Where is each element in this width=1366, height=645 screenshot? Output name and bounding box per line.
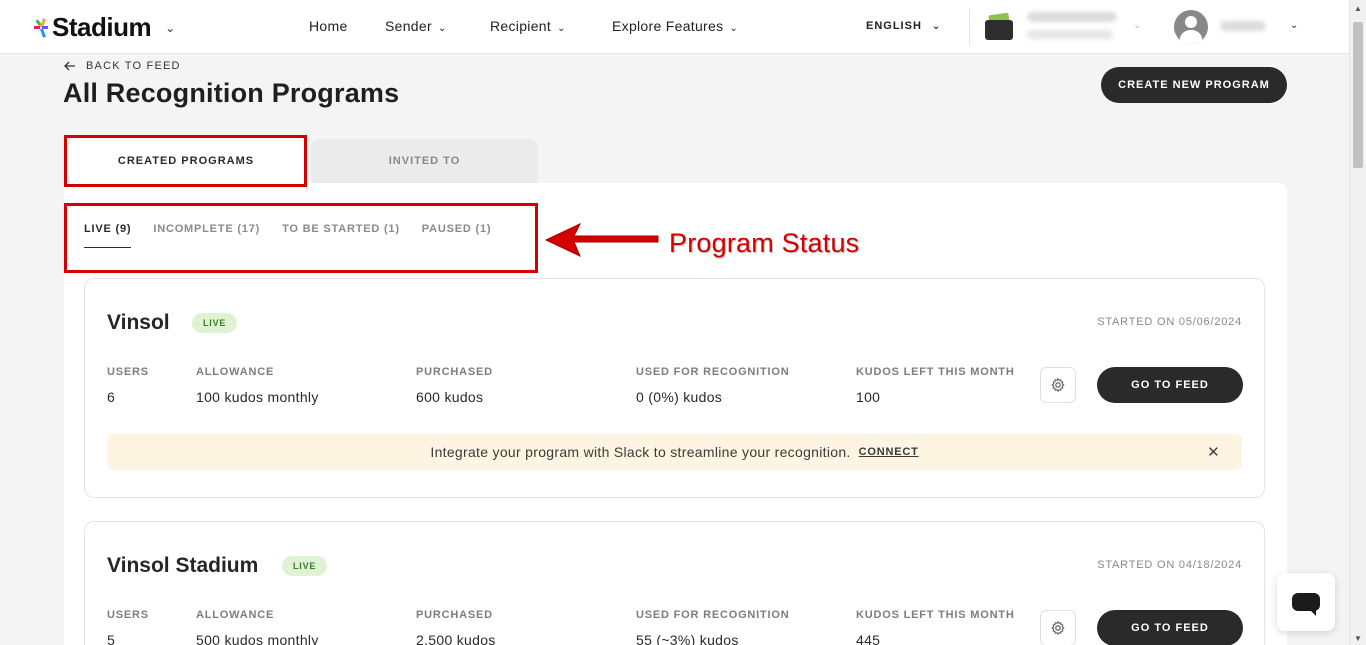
program-card: Vinsol LIVE STARTED ON 05/06/2024 USERS … <box>84 278 1265 498</box>
wallet-body <box>985 20 1013 40</box>
avatar-shoulders <box>1180 30 1202 44</box>
stat-label-allowance: ALLOWANCE <box>196 366 275 378</box>
chevron-down-icon: ⌄ <box>437 23 447 34</box>
gear-icon <box>1051 621 1065 635</box>
status-tab-to-be-started[interactable]: TO BE STARTED (1) <box>282 223 400 248</box>
status-tab-incomplete[interactable]: INCOMPLETE (17) <box>153 223 260 248</box>
stat-value-purchased: 2,500 kudos <box>416 632 496 645</box>
chevron-down-icon: ⌄ <box>729 23 739 34</box>
program-name: Vinsol Stadium <box>107 554 259 577</box>
chat-widget-button[interactable] <box>1277 573 1335 631</box>
stat-value-kudos-left: 445 <box>856 632 881 645</box>
logo-text: Stadium <box>52 12 152 42</box>
go-to-feed-button[interactable]: GO TO FEED <box>1097 610 1243 645</box>
nav-explore-label: Explore Features <box>612 18 724 34</box>
stat-value-used: 55 (~3%) kudos <box>636 632 739 645</box>
started-date: STARTED ON 04/18/2024 <box>1097 559 1242 571</box>
avatar-head <box>1185 16 1197 28</box>
nav-recipient-label: Recipient <box>490 18 552 34</box>
create-new-program-button[interactable]: CREATE NEW PROGRAM <box>1101 67 1287 103</box>
program-settings-button[interactable] <box>1040 367 1076 403</box>
close-icon[interactable]: ✕ <box>1207 443 1220 461</box>
stat-label-used: USED FOR RECOGNITION <box>636 609 790 621</box>
stat-value-purchased: 600 kudos <box>416 389 484 405</box>
stat-label-purchased: PURCHASED <box>416 366 493 378</box>
chevron-down-icon: ⌄ <box>557 23 566 34</box>
stat-value-allowance: 100 kudos monthly <box>196 389 319 405</box>
program-status-tabs: LIVE (9) INCOMPLETE (17) TO BE STARTED (… <box>84 223 491 248</box>
program-name: Vinsol <box>107 311 170 334</box>
stadium-logo-icon <box>34 17 48 38</box>
top-navigation-bar: Stadium ⌄ Home Sender ⌄ Recipient ⌄ Explor… <box>0 0 1349 54</box>
page-scrollbar[interactable]: ▲ ▼ <box>1349 0 1366 645</box>
stat-value-used: 0 (0%) kudos <box>636 389 723 405</box>
tab-created-programs[interactable]: CREATED PROGRAMS <box>64 139 308 183</box>
chevron-down-icon[interactable]: ⌄ <box>165 21 175 35</box>
status-tab-live[interactable]: LIVE (9) <box>84 223 132 248</box>
scroll-down-icon[interactable]: ▼ <box>1354 634 1362 643</box>
status-badge: LIVE <box>282 556 328 576</box>
status-tab-paused[interactable]: PAUSED (1) <box>422 223 492 248</box>
header-divider <box>969 8 970 46</box>
nav-sender[interactable]: Sender ⌄ <box>385 18 447 34</box>
nav-sender-label: Sender <box>385 18 432 34</box>
chevron-down-icon[interactable]: ⌄ <box>1133 20 1141 31</box>
stat-label-kudos-left: KUDOS LEFT THIS MONTH <box>856 366 1015 378</box>
program-card: Vinsol Stadium LIVE STARTED ON 04/18/202… <box>84 521 1265 645</box>
connect-slack-link[interactable]: CONNECT <box>859 446 919 458</box>
status-badge: LIVE <box>192 313 238 333</box>
blurred-balance-title <box>1027 12 1117 22</box>
blurred-user-name <box>1220 21 1266 31</box>
stat-label-users: USERS <box>107 609 149 621</box>
annotation-label: Program Status <box>669 228 860 258</box>
chevron-down-icon[interactable]: ⌄ <box>1290 20 1298 31</box>
nav-recipient[interactable]: Recipient ⌄ <box>490 18 566 34</box>
arrow-left-icon <box>64 61 75 71</box>
stat-value-allowance: 500 kudos monthly <box>196 632 319 645</box>
chat-bubble-icon <box>1292 593 1320 616</box>
avatar[interactable] <box>1174 10 1208 44</box>
language-selector[interactable]: ENGLISH ⌄ <box>866 20 941 32</box>
stat-label-purchased: PURCHASED <box>416 609 493 621</box>
chevron-down-icon: ⌄ <box>931 21 942 32</box>
stat-value-kudos-left: 100 <box>856 389 881 405</box>
slack-banner-text: Integrate your program with Slack to str… <box>430 444 851 460</box>
go-to-feed-button[interactable]: GO TO FEED <box>1097 367 1243 403</box>
blurred-balance-value <box>1027 30 1113 39</box>
stat-label-allowance: ALLOWANCE <box>196 609 275 621</box>
stat-value-users: 6 <box>107 389 116 405</box>
wallet-icon[interactable] <box>985 12 1013 40</box>
nav-home-label: Home <box>309 18 348 34</box>
stat-value-users: 5 <box>107 632 116 645</box>
stadium-logo[interactable]: Stadium ⌄ <box>34 12 175 43</box>
stat-label-used: USED FOR RECOGNITION <box>636 366 790 378</box>
program-settings-button[interactable] <box>1040 610 1076 645</box>
slack-integration-banner: Integrate your program with Slack to str… <box>107 434 1242 470</box>
page-title: All Recognition Programs <box>63 78 400 108</box>
tab-invited-to[interactable]: INVITED TO <box>311 139 538 183</box>
scroll-up-icon[interactable]: ▲ <box>1354 4 1362 13</box>
started-date: STARTED ON 05/06/2024 <box>1097 316 1242 328</box>
gear-icon <box>1051 378 1065 392</box>
scrollbar-thumb[interactable] <box>1353 22 1363 168</box>
back-to-feed-link[interactable]: BACK TO FEED <box>64 60 181 72</box>
nav-explore-features[interactable]: Explore Features ⌄ <box>612 18 738 34</box>
language-label: ENGLISH <box>866 20 922 32</box>
nav-home[interactable]: Home <box>309 18 348 34</box>
back-to-feed-label: BACK TO FEED <box>86 60 181 72</box>
stat-label-kudos-left: KUDOS LEFT THIS MONTH <box>856 609 1015 621</box>
annotation-arrow-icon <box>544 222 659 258</box>
stat-label-users: USERS <box>107 366 149 378</box>
